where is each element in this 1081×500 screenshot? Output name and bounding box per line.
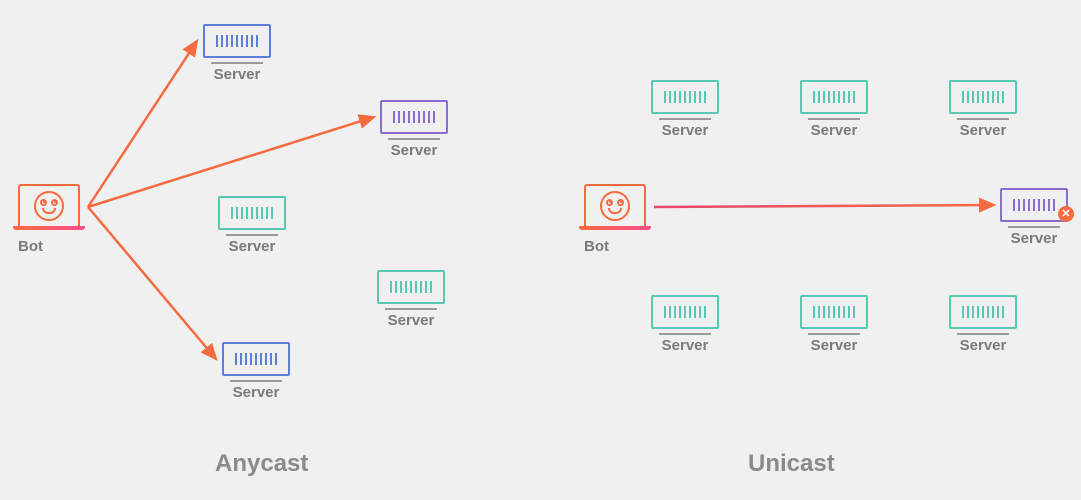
connection-arrows — [0, 0, 1081, 500]
server-icon — [203, 24, 271, 58]
server-label: Server — [222, 384, 290, 401]
diagram-title: Unicast — [748, 450, 835, 478]
server-icon — [222, 342, 290, 376]
server-node: Server — [651, 295, 719, 354]
bot-icon — [584, 184, 646, 230]
arrow-icon — [654, 205, 994, 207]
arrow-icon — [88, 117, 374, 207]
server-node: ✕ Server — [1000, 188, 1068, 247]
server-node: Server — [380, 100, 448, 159]
server-node: Server — [222, 342, 290, 401]
server-node: Server — [800, 295, 868, 354]
server-label: Server — [651, 122, 719, 139]
server-icon — [218, 196, 286, 230]
server-label: Server — [800, 337, 868, 354]
server-icon — [949, 80, 1017, 114]
server-label: Server — [949, 122, 1017, 139]
server-icon — [377, 270, 445, 304]
server-node: Server — [949, 80, 1017, 139]
arrow-icon — [88, 41, 197, 207]
bot-icon — [18, 184, 80, 230]
server-label: Server — [949, 337, 1017, 354]
server-label: Server — [800, 122, 868, 139]
server-label: Server — [377, 312, 445, 329]
server-node: Server — [203, 24, 271, 83]
server-label: Server — [651, 337, 719, 354]
bot-node: Bot — [18, 184, 80, 255]
server-node: Server — [377, 270, 445, 329]
server-icon — [800, 80, 868, 114]
bot-label: Bot — [584, 238, 646, 255]
server-icon — [949, 295, 1017, 329]
server-label: Server — [203, 66, 271, 83]
bot-label: Bot — [18, 238, 80, 255]
server-label: Server — [218, 238, 286, 255]
diagram-title: Anycast — [215, 450, 308, 478]
server-icon: ✕ — [1000, 188, 1068, 222]
server-node: Server — [949, 295, 1017, 354]
server-icon — [651, 295, 719, 329]
server-label: Server — [380, 142, 448, 159]
server-node: Server — [218, 196, 286, 255]
server-node: Server — [800, 80, 868, 139]
bot-node: Bot — [584, 184, 646, 255]
arrow-icon — [88, 207, 216, 359]
server-label: Server — [1000, 230, 1068, 247]
server-icon — [800, 295, 868, 329]
server-icon — [380, 100, 448, 134]
server-icon — [651, 80, 719, 114]
blocked-icon: ✕ — [1058, 206, 1074, 222]
server-node: Server — [651, 80, 719, 139]
